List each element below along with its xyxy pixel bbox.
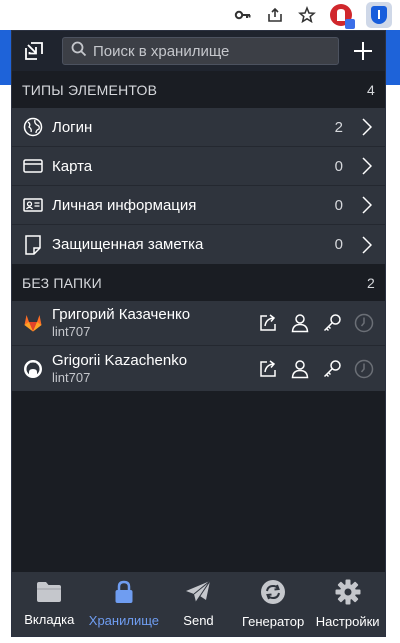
bitwarden-popup: ТИПЫ ЭЛЕМЕНТОВ 4 Логин 2 Карта 0 (11, 30, 386, 637)
launch-icon[interactable] (257, 358, 279, 380)
lock-icon (114, 580, 134, 609)
extension-red-icon[interactable] (330, 4, 355, 29)
cipher-username: lint707 (52, 369, 91, 385)
chevron-right-icon (361, 235, 373, 255)
cipher-actions (257, 358, 375, 380)
types-list: Логин 2 Карта 0 Личная информация 0 Защи… (12, 108, 385, 264)
page-background-left (0, 30, 11, 85)
copy-username-icon[interactable] (289, 312, 311, 334)
popout-icon[interactable] (20, 37, 48, 65)
copy-totp-icon[interactable] (353, 358, 375, 380)
cipher-item[interactable]: Григорий Казаченко lint707 (12, 301, 385, 346)
bitwarden-extension-icon[interactable] (366, 2, 392, 28)
chevron-right-icon (361, 156, 373, 176)
cipher-actions (257, 312, 375, 334)
github-logo-icon (22, 358, 44, 380)
tab-label: Настройки (315, 614, 380, 629)
type-count: 0 (334, 236, 343, 253)
key-icon[interactable] (234, 6, 252, 24)
search-icon (71, 41, 87, 62)
gitlab-logo-icon (22, 312, 44, 334)
refresh-icon (260, 579, 286, 610)
cipher-list: Григорий Казаченко lint707 Grigorii Kaza… (12, 301, 385, 391)
search-input[interactable] (87, 42, 338, 60)
cipher-texts: Григорий Казаченко lint707 (52, 306, 257, 340)
credit-card-icon (22, 155, 44, 177)
copy-totp-icon[interactable] (353, 312, 375, 334)
chevron-right-icon (361, 195, 373, 215)
browser-toolbar-icons (234, 2, 392, 29)
cipher-name: Grigorii Kazachenko (52, 351, 188, 369)
type-label: Личная информация (52, 196, 197, 214)
type-item-login[interactable]: Логин 2 (12, 108, 385, 147)
star-icon[interactable] (298, 6, 316, 24)
type-item-identity[interactable]: Личная информация 0 (12, 186, 385, 225)
types-section-header: ТИПЫ ЭЛЕМЕНТОВ 4 (12, 71, 385, 108)
browser-toolbar (0, 0, 400, 30)
type-item-card[interactable]: Карта 0 (12, 147, 385, 186)
page-background-right (386, 30, 400, 85)
folder-icon (36, 581, 62, 608)
type-label: Защищенная заметка (52, 236, 204, 253)
vault-content: ТИПЫ ЭЛЕМЕНТОВ 4 Логин 2 Карта 0 Личная … (12, 71, 385, 572)
type-item-secure-note[interactable]: Защищенная заметка 0 (12, 225, 385, 264)
tab-generator[interactable]: Генератор (236, 572, 311, 636)
type-label: Логин (52, 118, 93, 136)
add-item-button[interactable] (349, 37, 377, 65)
type-label: Карта (52, 157, 93, 175)
types-section-count: 4 (367, 81, 375, 98)
type-count: 0 (334, 196, 343, 214)
no-folder-section-title: БЕЗ ПАПКИ (22, 274, 102, 291)
tab-settings[interactable]: Настройки (310, 572, 385, 636)
tab-label: Хранилище (88, 613, 159, 628)
no-folder-section-count: 2 (367, 274, 375, 291)
cipher-texts: Grigorii Kazachenko lint707 (52, 352, 257, 386)
type-count: 0 (334, 157, 343, 175)
cipher-item[interactable]: Grigorii Kazachenko lint707 (12, 346, 385, 391)
type-count: 2 (334, 118, 343, 136)
id-card-icon (22, 194, 44, 216)
copy-username-icon[interactable] (289, 358, 311, 380)
tab-send[interactable]: Send (161, 572, 236, 636)
globe-icon (22, 116, 44, 138)
share-icon[interactable] (266, 6, 284, 24)
chevron-right-icon (361, 117, 373, 137)
popup-header (12, 31, 385, 71)
send-icon (185, 580, 211, 609)
tab-label: Генератор (241, 614, 305, 629)
tab-label: Send (183, 613, 214, 628)
search-box[interactable] (62, 37, 339, 65)
cipher-name: Григорий Казаченко (52, 306, 191, 323)
gear-icon (335, 579, 361, 610)
bottom-tab-bar: Вкладка Хранилище Send Генератор Настрой… (12, 572, 385, 636)
note-icon (22, 234, 44, 256)
no-folder-section-header: БЕЗ ПАПКИ 2 (12, 264, 385, 301)
cipher-username: lint707 (52, 324, 91, 339)
tab-vault[interactable]: Хранилище (87, 572, 162, 636)
copy-password-icon[interactable] (321, 358, 343, 380)
extension-badge (345, 19, 355, 29)
types-section-title: ТИПЫ ЭЛЕМЕНТОВ (22, 81, 158, 98)
tab-label: Вкладка (24, 612, 75, 627)
launch-icon[interactable] (257, 312, 279, 334)
copy-password-icon[interactable] (321, 312, 343, 334)
tab-current[interactable]: Вкладка (12, 572, 87, 636)
